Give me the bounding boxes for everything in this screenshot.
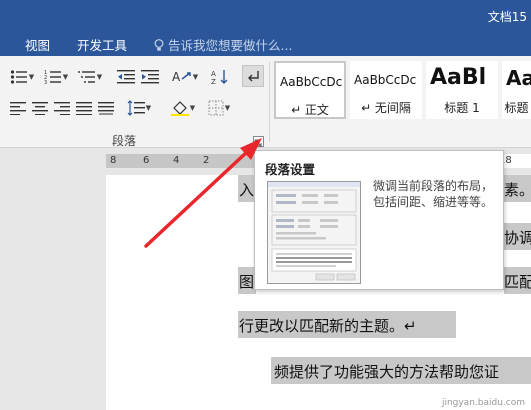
borders-button[interactable]: ▼ (204, 98, 234, 118)
style-name: 标题 1 (444, 101, 480, 115)
paragraph-settings-tooltip: 段落设置 微调当前段落的布局，包括间距、缩进等等。 (254, 150, 504, 290)
paint-bucket-icon (170, 101, 189, 116)
style-name: ↵ 无间隔 (361, 101, 411, 115)
distributed-icon (98, 102, 114, 115)
style-sample: AaBbCcDc (280, 75, 343, 89)
numbering-icon: 123 (44, 70, 61, 85)
justify-button[interactable] (74, 98, 94, 118)
watermark: jingyan.baidu.com (441, 398, 525, 408)
line-spacing-icon (127, 100, 145, 116)
paragraph-group-label: 段落 (112, 134, 137, 148)
chevron-down-icon: ▼ (189, 104, 196, 112)
align-center-button[interactable] (30, 98, 50, 118)
line-spacing-button[interactable]: ▼ (124, 98, 154, 118)
increase-indent-icon (141, 70, 159, 84)
increase-indent-button[interactable] (140, 67, 160, 87)
chinese-layout-button[interactable]: A ▼ (170, 67, 200, 87)
paragraph-dialog-launcher[interactable] (253, 136, 264, 147)
paragraph-mark-icon (248, 71, 259, 82)
tell-me-search[interactable]: 告诉我您想要做什么... (154, 35, 292, 54)
chevron-down-icon: ▼ (192, 73, 199, 81)
lightbulb-icon (154, 39, 164, 51)
style-sample: AaBl (430, 65, 487, 90)
document-title: 文档15 (487, 10, 527, 24)
svg-text:3: 3 (44, 80, 47, 85)
numbering-button[interactable]: 1 2 3 ▼ (42, 67, 70, 87)
svg-text:Z: Z (211, 78, 216, 85)
chevron-down-icon: ▼ (224, 104, 231, 112)
chevron-down-icon: ▼ (28, 73, 35, 81)
dialog-launcher-icon (254, 139, 262, 147)
document-text: 协调 (504, 229, 531, 247)
multilevel-list-icon (77, 71, 95, 83)
shading-button[interactable]: ▼ (168, 98, 198, 118)
style-name: 标题 (504, 101, 529, 115)
sort-icon: AZ (211, 70, 228, 85)
document-text: 图 (239, 273, 255, 291)
tooltip-title: 段落设置 (265, 162, 316, 177)
style-heading-1[interactable]: AaBl 标题 1 (426, 61, 498, 119)
align-right-icon (54, 102, 70, 115)
tooltip-description: 微调当前段落的布局，包括间距、缩进等等。 (373, 179, 494, 209)
dialog-preview-graphic (268, 182, 360, 281)
title-bar: 文档15 (0, 0, 531, 30)
document-text: 入 (239, 181, 255, 199)
style-normal[interactable]: AaBbCcDc ↵ 正文 (274, 61, 346, 119)
ruler-number: 4 (173, 155, 180, 166)
align-left-icon (10, 102, 26, 115)
ribbon-tab-row: 视图 开发工具 告诉我您想要做什么... (0, 30, 531, 56)
justify-icon (76, 102, 92, 115)
document-text: 行更改以匹配新的主题。↵ (239, 317, 417, 335)
dialog-preview-image (267, 181, 361, 284)
decrease-indent-icon (117, 70, 135, 84)
align-center-icon (32, 102, 48, 115)
document-text: 频提供了功能强大的方法帮助您证 (274, 363, 500, 381)
decrease-indent-button[interactable] (116, 67, 136, 87)
sort-button[interactable]: AZ (210, 67, 230, 87)
chevron-down-icon: ▼ (62, 73, 69, 81)
ribbon: ▼ 1 2 3 ▼ ▼ A ▼ AZ ▼ ▼ ▼ 段落 AaBbCcDc ↵ 正… (0, 56, 531, 148)
style-no-spacing[interactable]: AaBbCcDc ↵ 无间隔 (350, 61, 422, 119)
multilevel-list-button[interactable]: ▼ (76, 67, 104, 87)
style-sample: AaBbCcDc (354, 73, 417, 87)
group-separator (269, 62, 270, 142)
svg-text:A: A (172, 70, 181, 84)
ruler-number: 2 (203, 155, 210, 166)
svg-text:A: A (211, 70, 216, 78)
style-heading-2[interactable]: AaB 标题 (502, 61, 531, 119)
tell-me-placeholder: 告诉我您想要做什么... (168, 38, 293, 53)
bullets-icon (10, 70, 27, 84)
chevron-down-icon: ▼ (145, 104, 152, 112)
style-name: ↵ 正文 (291, 103, 329, 117)
document-text: 素。↵ (504, 181, 531, 199)
align-left-button[interactable] (8, 98, 28, 118)
align-right-button[interactable] (52, 98, 72, 118)
tab-view[interactable]: 视图 (25, 35, 50, 54)
bullets-button[interactable]: ▼ (8, 67, 36, 87)
distributed-button[interactable] (96, 98, 116, 118)
style-sample: AaB (506, 66, 531, 90)
chinese-layout-icon: A (172, 70, 191, 84)
borders-icon (208, 100, 224, 116)
chevron-down-icon: ▼ (96, 73, 103, 81)
show-marks-button[interactable] (242, 65, 264, 87)
document-text: 匹配 (504, 273, 531, 291)
tab-developer[interactable]: 开发工具 (77, 35, 127, 54)
ruler-number: 8 (110, 155, 117, 166)
ruler-number: 6 (143, 155, 150, 166)
